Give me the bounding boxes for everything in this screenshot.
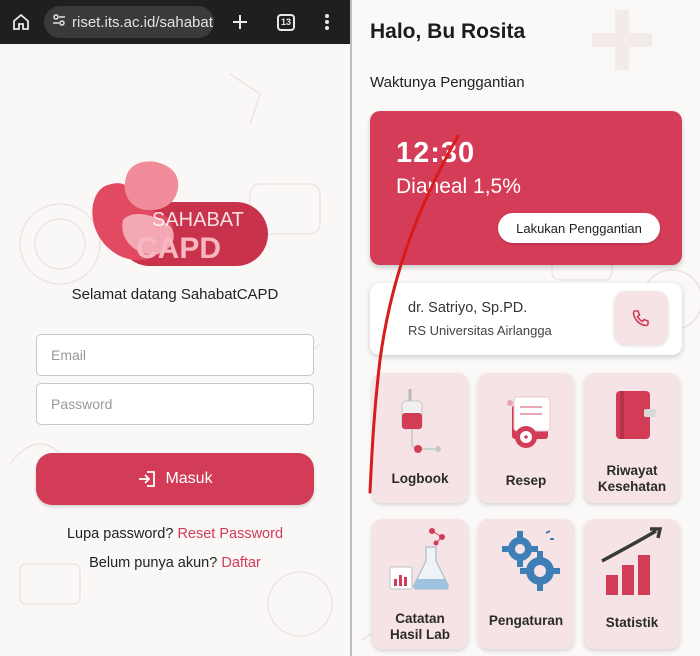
new-tab-plus-icon[interactable] — [226, 0, 254, 44]
menu-tile-statistik[interactable]: Statistik — [584, 519, 680, 649]
gear-icon — [502, 530, 560, 591]
schedule-time: 12:30 — [396, 137, 476, 169]
forgot-password-row: Lupa password? Reset Password — [0, 526, 350, 542]
login-button-label: Masuk — [165, 470, 213, 487]
menu-tile-label: Riwayat Kesehatan — [597, 463, 667, 494]
more-vert-icon[interactable] — [314, 0, 340, 44]
start-exchange-button[interactable]: Lakukan Penggantian — [498, 213, 660, 243]
email-field[interactable] — [36, 334, 314, 376]
logo-wordmark-capd: CAPD — [136, 232, 221, 265]
lab-flask-icon — [389, 528, 449, 590]
schedule-card: 12:30 Dianeal 1,5% Lakukan Penggantian — [370, 111, 682, 265]
bar-chart-trend-icon — [601, 527, 663, 595]
menu-tile-label: Resep — [505, 473, 547, 488]
dashboard-screen: Halo, Bu Rosita Waktunya Penggantian 12:… — [352, 0, 700, 656]
menu-tile-catatan-hasil-lab[interactable]: Catatan Hasil Lab — [372, 519, 468, 649]
no-account-text: Belum punya akun? — [89, 555, 218, 571]
schedule-solution: Dianeal 1,5% — [396, 175, 521, 198]
forgot-password-text: Lupa password? — [66, 526, 174, 542]
register-link[interactable]: Daftar — [221, 555, 261, 571]
sahabat-capd-logo: SAHABAT CAPD — [92, 161, 268, 266]
logo-wordmark-sahabat: SAHABAT — [152, 209, 244, 231]
login-enter-icon — [139, 471, 156, 487]
reset-password-link[interactable]: Reset Password — [177, 526, 283, 542]
prescription-icon — [507, 396, 551, 448]
menu-tile-pengaturan[interactable]: Pengaturan — [478, 519, 574, 649]
home-icon[interactable] — [6, 0, 36, 44]
call-doctor-button[interactable] — [614, 291, 668, 345]
menu-tile-label: Pengaturan — [488, 613, 564, 628]
menu-tile-resep[interactable]: Resep — [478, 373, 574, 503]
tab-switcher-icon[interactable]: 13 — [272, 0, 300, 44]
greeting-title: Halo, Bu Rosita — [370, 20, 526, 43]
iv-bag-icon — [401, 389, 441, 453]
section-title: Waktunya Penggantian — [370, 74, 525, 91]
doctor-name: dr. Satriyo, Sp.PD. — [408, 300, 528, 316]
menu-tile-label: Statistik — [605, 615, 659, 630]
menu-tile-riwayat-kesehatan[interactable]: Riwayat Kesehatan — [584, 373, 680, 503]
password-field[interactable] — [36, 383, 314, 425]
welcome-text: Selamat datang SahabatCAPD — [71, 286, 279, 303]
doctor-hospital: RS Universitas Airlangga — [408, 323, 552, 338]
menu-tile-label: Catatan Hasil Lab — [389, 611, 451, 642]
register-row: Belum punya akun? Daftar — [0, 555, 350, 571]
doctor-card: dr. Satriyo, Sp.PD. RS Universitas Airla… — [370, 283, 682, 355]
menu-tile-label: Logbook — [391, 471, 449, 486]
tab-count: 13 — [277, 13, 295, 31]
site-settings-icon[interactable] — [52, 13, 66, 32]
login-button[interactable]: Masuk — [36, 453, 314, 505]
address-bar[interactable]: riset.its.ac.id/sahabat — [44, 6, 214, 38]
phone-icon — [632, 310, 649, 327]
menu-tile-logbook[interactable]: Logbook — [372, 373, 468, 503]
login-screen: riset.its.ac.id/sahabat 13 SAHABAT CAPD … — [0, 0, 350, 656]
browser-toolbar: riset.its.ac.id/sahabat 13 — [0, 0, 350, 44]
url-text: riset.its.ac.id/sahabat — [72, 13, 213, 31]
health-record-book-icon — [616, 391, 656, 439]
